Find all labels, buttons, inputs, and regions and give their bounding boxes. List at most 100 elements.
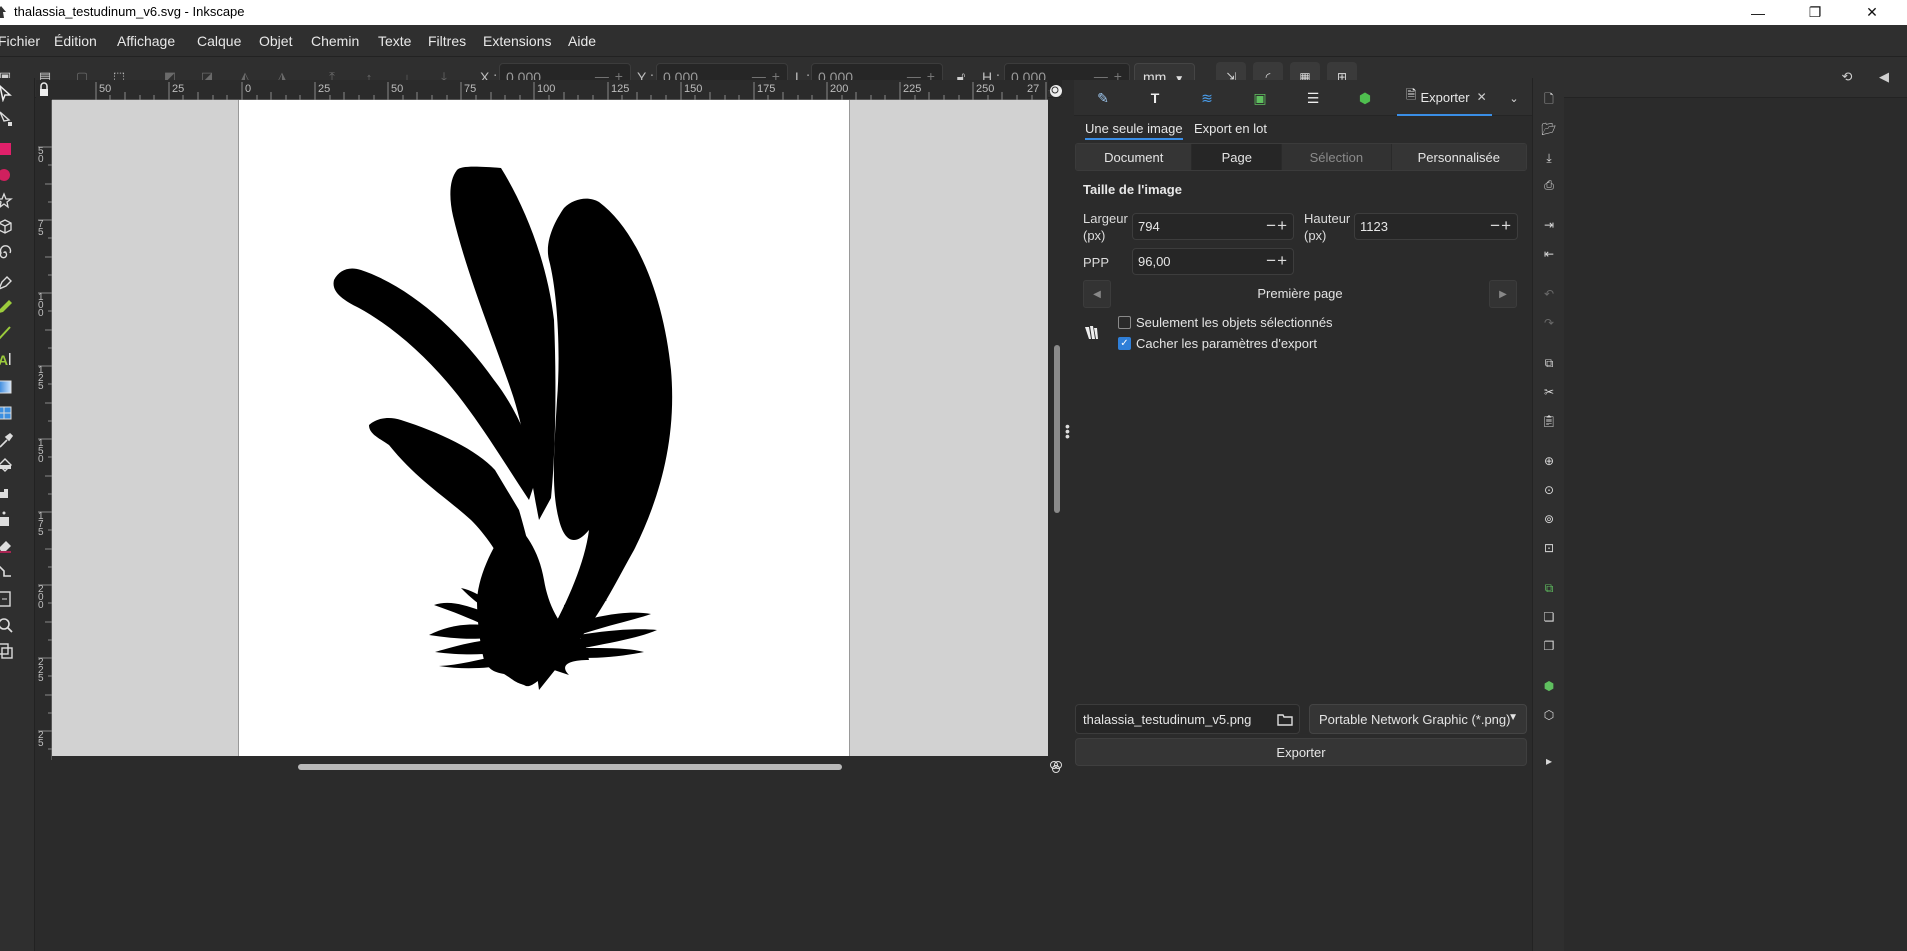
vertical-scrollbar-thumb[interactable] [1054,345,1060,513]
mesh-tool-icon[interactable] [0,404,14,422]
export-width-input[interactable] [1133,214,1245,239]
node-tool-icon[interactable] [0,110,14,128]
tab-batch-export[interactable]: Export en lot [1194,121,1267,136]
dpi-plus-minus-icon[interactable]: −+ [1266,251,1288,271]
document-page[interactable] [238,100,850,756]
eraser-tool-icon[interactable] [0,536,14,554]
filename-input[interactable] [1076,705,1256,733]
export-button[interactable]: Exporter [1075,738,1527,766]
save-icon[interactable]: ⤓ [1541,150,1557,166]
expand-arrow-icon[interactable]: ▸ [1541,753,1557,769]
filename-field[interactable] [1075,704,1300,734]
tweak-tool-icon[interactable] [0,484,14,502]
pages-tool-icon[interactable] [0,590,14,608]
restore-button[interactable]: ❐ [1786,0,1844,25]
tab-single-image[interactable]: Une seule image [1085,121,1183,140]
only-selected-row[interactable]: Seulement les objets sélectionnés [1118,315,1333,330]
connector-tool-icon[interactable] [0,562,14,580]
text-tool-icon[interactable]: A [0,350,14,368]
tab-export[interactable]: 🗎︎ Exporter ✕ [1397,80,1492,116]
spray-tool-icon[interactable] [0,510,14,528]
measure-tool-icon[interactable] [0,642,14,660]
rectangle-tool-icon[interactable] [0,140,14,158]
duplicate-icon[interactable]: ⧉ [1541,580,1557,596]
horizontal-scrollbar-thumb[interactable] [298,764,842,770]
box3d-tool-icon[interactable] [0,218,14,236]
ungroup-icon[interactable]: ⬡ [1541,707,1557,723]
pencil-tool-icon[interactable] [0,298,14,316]
collapse-left-icon[interactable]: ◀ [1875,68,1893,86]
width-plus-minus-icon[interactable]: −+ [1266,216,1288,236]
gradient-tool-icon[interactable] [0,378,14,396]
zoom-page-width-icon[interactable]: ⊡ [1541,540,1557,556]
export-width-field[interactable]: −+ [1132,213,1294,240]
calligraphy-tool-icon[interactable] [0,324,14,342]
zoom-tool-icon[interactable] [0,616,14,634]
paint-bucket-tool-icon[interactable] [0,456,14,474]
horizontal-scrollbar[interactable] [52,760,1048,774]
height-plus-minus-icon[interactable]: −+ [1490,216,1512,236]
import-icon[interactable]: ⇥ [1541,217,1557,233]
text-font-tab-icon[interactable]: T [1146,89,1164,107]
zoom-selection-icon[interactable]: ⊕ [1541,453,1557,469]
close-window-button[interactable]: ✕ [1843,0,1901,25]
hide-export-settings-checkbox[interactable]: ✓ [1118,337,1131,350]
clone-icon[interactable]: ❏ [1541,609,1557,625]
spiral-tool-icon[interactable] [0,244,14,262]
undo-icon[interactable]: ↶ [1541,286,1557,302]
menu-filtres[interactable]: Filtres [428,33,466,49]
dpi-input[interactable] [1133,249,1245,274]
menu-affichage[interactable]: Affichage [117,33,175,49]
unlink-clone-icon[interactable]: ❐ [1541,638,1557,654]
dock-menu-chevron-icon[interactable]: ⌄ [1505,89,1523,107]
close-tab-icon[interactable]: ✕ [1477,90,1487,104]
file-format-select[interactable]: Portable Network Graphic (*.png) ▼ [1309,704,1527,734]
star-tool-icon[interactable] [0,192,14,210]
drag-handle-icon[interactable]: • • • [1065,419,1070,443]
vertical-scrollbar[interactable] [1052,100,1062,760]
print-icon[interactable]: ⎙ [1541,177,1557,193]
redo-icon[interactable]: ↷ [1541,315,1557,331]
open-file-icon[interactable]: 📂︎ [1541,121,1557,137]
folder-open-icon[interactable] [1277,711,1293,727]
cut-icon[interactable]: ✂ [1541,384,1557,400]
ellipse-tool-icon[interactable] [0,166,14,184]
panel-splitter[interactable]: • • • [1062,80,1074,780]
area-selection-button[interactable]: Sélection [1282,144,1392,170]
next-page-button[interactable]: ▶ [1489,280,1517,308]
menu-objet[interactable]: Objet [259,33,292,49]
menu-edition[interactable]: Édition [54,33,97,49]
copy-icon[interactable]: ⧉ [1541,355,1557,371]
paste-icon[interactable]: 📋︎ [1541,413,1557,429]
area-page-button[interactable]: Page [1192,144,1283,170]
layers-tab-icon[interactable]: ≋ [1198,89,1216,107]
zoom-page-icon[interactable]: ⊚ [1541,511,1557,527]
menu-fichier[interactable]: Fichier [0,33,40,49]
snap-icon[interactable]: ⟲ [1838,68,1856,86]
dropper-tool-icon[interactable] [0,432,14,450]
objects-tab-icon[interactable]: ⬢ [1356,89,1374,107]
menu-aide[interactable]: Aide [568,33,596,49]
vertical-ruler[interactable]: 5 0 7 5 1 0 0 1 2 5 1 5 0 1 7 5 2 0 0 2 … [36,100,52,760]
zoom-drawing-icon[interactable]: ⊙ [1541,482,1557,498]
pen-tool-icon[interactable] [0,274,14,292]
minimize-button[interactable]: — [1729,0,1787,25]
menu-extensions[interactable]: Extensions [483,33,551,49]
zoom-correction-icon[interactable] [1049,84,1063,98]
export-height-input[interactable] [1355,214,1469,239]
seagrass-drawing[interactable] [239,100,851,756]
dpi-field[interactable]: −+ [1132,248,1294,275]
menu-texte[interactable]: Texte [378,33,411,49]
menu-chemin[interactable]: Chemin [311,33,359,49]
menu-calque[interactable]: Calque [197,33,241,49]
align-distribute-tab-icon[interactable]: ☰ [1304,89,1322,107]
new-document-icon[interactable]: 🗋︎ [1541,92,1557,108]
fill-stroke-tab-icon[interactable]: ✎ [1094,89,1112,107]
export-icon[interactable]: ⇤ [1541,246,1557,262]
drawing-canvas[interactable] [52,100,1048,756]
area-document-button[interactable]: Document [1076,144,1193,170]
horizontal-ruler[interactable]: 50 25 0 25 50 75 100 125 150 175 200 225… [52,80,1048,100]
document-properties-tab-icon[interactable]: ▣ [1251,89,1269,107]
export-height-field[interactable]: −+ [1354,213,1518,240]
display-mode-icon[interactable] [1049,760,1063,774]
